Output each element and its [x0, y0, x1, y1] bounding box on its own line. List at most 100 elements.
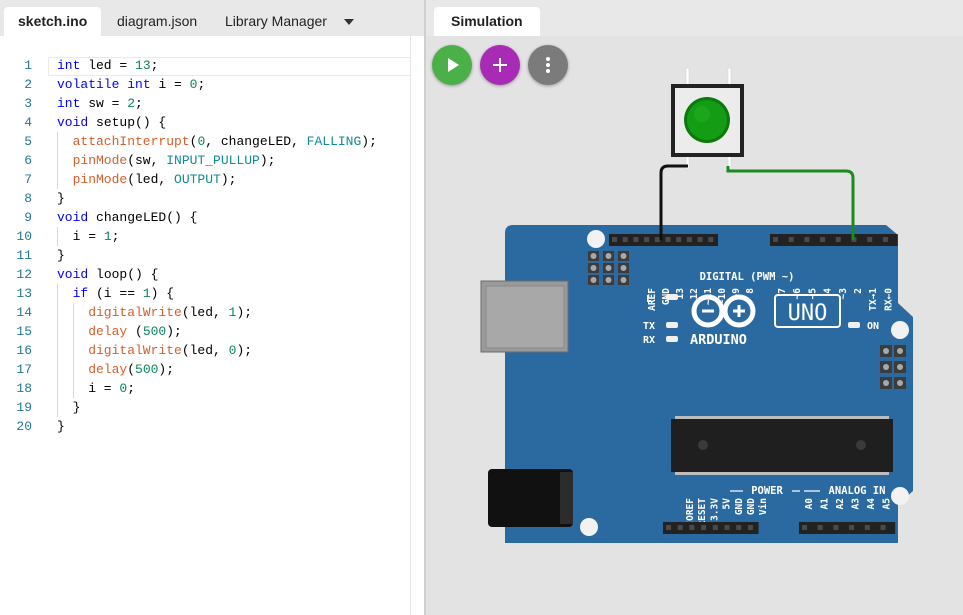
header-pin[interactable] [736, 525, 742, 530]
editor-scrollbar[interactable] [410, 36, 424, 615]
indent-guide [57, 170, 58, 189]
power-header[interactable] [663, 522, 759, 534]
header-pin[interactable] [644, 237, 650, 242]
header-pin[interactable] [820, 237, 826, 242]
code-line: 3 int sw = 2; [0, 94, 410, 113]
header-pin[interactable] [654, 237, 660, 242]
tab-diagram-json[interactable]: diagram.json [103, 7, 211, 36]
tab-simulation[interactable]: Simulation [434, 7, 540, 36]
header-pin[interactable] [802, 525, 807, 530]
code-text: attachInterrupt(0, changeLED, FALLING); [73, 132, 377, 151]
run-button[interactable] [432, 45, 472, 85]
code-line: 4 void setup() { [0, 113, 410, 132]
simulation-canvas[interactable]: AREFGND1312~11~10~987~6~54~32TX→1RX←0 DI… [426, 36, 963, 615]
analog-header[interactable] [799, 522, 896, 534]
code-editor[interactable]: 1 int led = 13; 2 volatile int i = 0; 3 int s… [0, 56, 424, 615]
code-token: } [57, 248, 65, 263]
line-number: 20 [16, 419, 32, 434]
header-pin[interactable] [666, 525, 671, 530]
header-pin[interactable] [665, 237, 671, 242]
header-pin[interactable] [712, 525, 718, 530]
pin-label: 2 [853, 288, 864, 294]
header-pin[interactable] [835, 237, 841, 242]
code-line: 9 void changeLED() { [0, 208, 410, 227]
header-pin[interactable] [880, 525, 886, 530]
header-pin[interactable] [686, 237, 692, 242]
indent-guide [72, 341, 74, 360]
header-pin[interactable] [804, 237, 810, 242]
code-token: 2 [127, 96, 136, 111]
header-pin[interactable] [612, 237, 617, 242]
tab-sketch-ino[interactable]: sketch.ino [4, 7, 102, 36]
header-pin[interactable] [676, 237, 682, 242]
header-pin[interactable] [708, 237, 714, 242]
code-token: changeLED() { [88, 210, 198, 225]
pin-label: Vin [758, 498, 769, 515]
led-rx [666, 336, 678, 342]
tab-library-manager[interactable]: Library Manager [211, 7, 341, 36]
code-text: } [73, 398, 81, 417]
header-pin[interactable] [697, 237, 703, 242]
header-pin[interactable] [622, 237, 628, 242]
indent-guide [72, 379, 74, 398]
pin-label: A5 [882, 498, 893, 510]
digital-header-left[interactable] [609, 234, 718, 246]
code-token: INPUT_PULLUP [166, 153, 260, 168]
analog-header-label: ANALOG IN [829, 485, 886, 497]
add-part-button[interactable] [480, 45, 520, 85]
code-text: volatile int i = 0; [57, 75, 205, 94]
header-pin[interactable] [864, 525, 870, 530]
code-token: sw = [80, 96, 128, 111]
header-pin[interactable] [867, 237, 873, 242]
header-pin[interactable] [677, 525, 683, 530]
header-pin[interactable] [689, 525, 695, 530]
code-token: (i == [88, 286, 143, 301]
code-text: pinMode(sw, INPUT_PULLUP); [73, 151, 276, 170]
arduino-uno-board[interactable]: AREFGND1312~11~10~987~6~54~32TX→1RX←0 DI… [480, 225, 913, 543]
digital-header-label: DIGITAL (PWM ~) [700, 271, 795, 283]
led-on [848, 322, 860, 328]
code-token: FALLING [306, 134, 362, 149]
header-pin[interactable] [849, 525, 855, 530]
header-pin[interactable] [633, 237, 639, 242]
code-line: 12 void loop() { [0, 265, 410, 284]
code-token: i = [150, 77, 190, 92]
header-pin[interactable] [724, 525, 730, 530]
more-button[interactable] [528, 45, 568, 85]
code-token: delay [88, 324, 128, 339]
code-token: ); [236, 305, 253, 320]
line-number: 13 [16, 286, 32, 301]
code-text: void loop() { [57, 265, 158, 284]
pin-label: GND [734, 498, 745, 515]
code-text: void setup() { [57, 113, 166, 132]
led-label-on: ON [867, 321, 879, 332]
header-pin[interactable] [788, 237, 794, 242]
header-pin[interactable] [817, 525, 823, 530]
code-line: 5 attachInterrupt(0, changeLED, FALLING); [0, 132, 410, 151]
line-number: 17 [16, 362, 32, 377]
icsp-pin [897, 364, 903, 370]
code-line: 8} [0, 189, 410, 208]
code-text: } [57, 417, 65, 436]
pushbutton[interactable] [671, 67, 744, 170]
mounting-hole [891, 487, 909, 505]
pin-label: 4 [823, 288, 834, 294]
code-token: void [57, 210, 89, 225]
chevron-down-icon[interactable] [340, 7, 358, 36]
line-number: 15 [16, 324, 32, 339]
pin-label: A4 [866, 498, 877, 510]
indent-guide [57, 284, 58, 303]
code-token: ( [127, 324, 143, 339]
code-token: ); [259, 153, 276, 168]
header-pin[interactable] [747, 525, 753, 530]
code-token: int [57, 96, 81, 111]
header-pin[interactable] [701, 525, 707, 530]
icsp-pin [883, 380, 889, 386]
digital-header-right[interactable] [770, 234, 898, 246]
header-pin[interactable] [833, 525, 839, 530]
header-pin[interactable] [882, 237, 888, 242]
power-header-label: POWER [751, 485, 783, 497]
header-pin[interactable] [773, 237, 778, 242]
code-token: led = [80, 58, 136, 73]
line-number: 8 [24, 191, 32, 206]
